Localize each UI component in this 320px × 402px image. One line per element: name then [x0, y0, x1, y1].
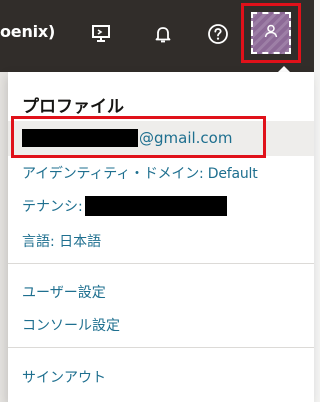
identity-domain-link[interactable]: アイデンティティ・ドメイン: Default: [22, 163, 258, 183]
menu-title: プロファイル: [22, 97, 124, 117]
console-settings-link[interactable]: コンソール設定: [22, 315, 120, 335]
cloud-shell-icon[interactable]: [89, 22, 113, 46]
sign-out-link[interactable]: サインアウト: [22, 367, 106, 387]
notifications-bell-icon[interactable]: [151, 22, 175, 46]
help-icon[interactable]: [206, 22, 230, 46]
redacted-tenancy-name: [84, 196, 227, 216]
region-selector-label[interactable]: oenix): [0, 22, 55, 41]
tenancy-label: テナンシ:: [22, 199, 83, 215]
profile-dropdown-menu: プロファイル @gmail.com アイデンティティ・ドメイン: Default…: [8, 72, 314, 402]
profile-button-highlight[interactable]: [241, 3, 301, 63]
background-page-strip: [0, 72, 8, 402]
avatar[interactable]: [251, 12, 291, 54]
tenancy-link[interactable]: テナンシ:: [22, 196, 227, 216]
email-highlight-box: [11, 116, 266, 158]
user-settings-link[interactable]: ユーザー設定: [22, 282, 106, 302]
divider: [8, 263, 314, 264]
divider: [8, 347, 314, 348]
top-header-bar: oenix): [0, 0, 314, 72]
language-link[interactable]: 言語: 日本語: [22, 231, 101, 251]
user-profile-icon: [263, 23, 279, 43]
